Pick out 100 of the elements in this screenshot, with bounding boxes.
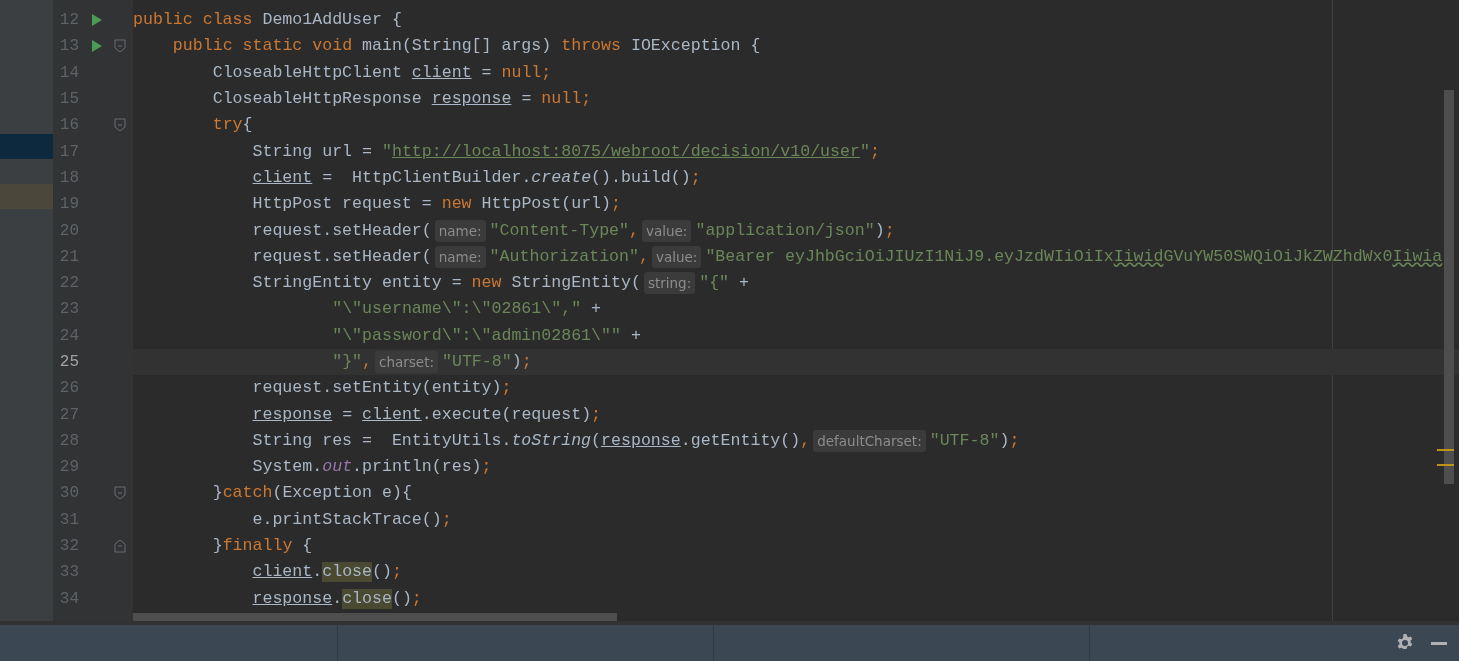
field-name: out	[322, 457, 353, 478]
string-literal: GVuYW50SWQiOiJkZWZhdWx0	[1163, 246, 1393, 267]
variable-name: response	[252, 588, 333, 609]
keyword: throws	[561, 36, 622, 57]
code-text: IOException {	[630, 36, 761, 57]
code-text: .execute(request)	[421, 404, 592, 425]
keyword: new	[441, 194, 473, 215]
typo-text: Iiwid	[1113, 246, 1164, 267]
code-text: e.printStackTrace()	[252, 509, 442, 530]
parameter-hint: value:	[642, 219, 692, 242]
keyword: ,	[638, 246, 649, 267]
parameter-hint: name:	[434, 219, 486, 242]
url-link[interactable]: http://localhost:8075/webroot/decision/v10/user	[391, 141, 860, 162]
warning-marker[interactable]	[1437, 464, 1454, 466]
string-literal: "Authorization"	[489, 246, 639, 267]
string-literal: "Content-Type"	[489, 220, 629, 241]
code-text: System.	[252, 457, 323, 478]
keyword: public class	[133, 10, 254, 31]
code-text: +	[630, 325, 641, 346]
method-name: toString	[511, 430, 592, 451]
code-text: = HttpClientBuilder.	[322, 167, 532, 188]
parameter-hint: defaultCharset:	[813, 429, 926, 452]
code-text: CloseableHttpClient	[212, 62, 403, 83]
fold-icon[interactable]	[114, 539, 126, 554]
run-icon[interactable]	[92, 14, 102, 27]
keyword: try	[212, 115, 243, 136]
code-text: String res = EntityUtils.	[252, 430, 512, 451]
keyword: ;	[391, 562, 402, 583]
vertical-scrollbar[interactable]	[1444, 90, 1454, 484]
parameter-hint: value:	[651, 245, 702, 268]
code-text: request.setHeader(	[252, 246, 432, 267]
keyword: new	[471, 273, 503, 294]
variable-name: response	[601, 430, 681, 451]
code-text: =	[342, 404, 354, 425]
code-text: String url =	[252, 141, 373, 162]
keyword: ;	[411, 588, 422, 609]
code-text: =	[481, 62, 493, 83]
keyword: ;	[481, 457, 492, 478]
typo-text: Iiwia	[1392, 246, 1443, 267]
code-text: StringEntity entity =	[252, 273, 463, 294]
string-literal: "}"	[332, 352, 363, 372]
warning-marker[interactable]	[1437, 449, 1454, 451]
code-text: main(String[] args)	[362, 36, 553, 57]
string-literal: "\"username\":\"02861\","	[332, 299, 582, 320]
parameter-hint: charset:	[375, 351, 438, 373]
code-text: .	[312, 562, 323, 583]
code-text: .getEntity()	[680, 430, 801, 451]
code-text: HttpPost(url)	[481, 194, 611, 215]
code-text: .	[332, 588, 343, 609]
minimize-icon[interactable]	[1431, 641, 1447, 645]
string-literal: "UTF-8"	[442, 352, 512, 372]
code-text: {	[302, 536, 313, 557]
keyword: ;	[884, 220, 895, 241]
code-text: )	[874, 220, 885, 241]
settings-icon[interactable]	[1396, 634, 1414, 652]
run-icon[interactable]	[92, 40, 102, 53]
string-literal: "\"password\":\"admin02861\""	[332, 325, 621, 346]
code-text: (Exception e){	[272, 483, 412, 504]
code-text: Demo1AddUser {	[262, 10, 402, 31]
code-text: request.setHeader(	[252, 220, 432, 241]
code-text: )	[511, 352, 522, 372]
line-number: 25	[58, 353, 79, 371]
code-text: CloseableHttpResponse	[212, 89, 423, 110]
usage-highlight: close	[322, 562, 372, 583]
keyword: finally	[222, 536, 294, 557]
keyword: ;	[541, 62, 552, 83]
keyword: ;	[1009, 430, 1020, 451]
fold-icon[interactable]	[114, 39, 126, 54]
code-text: )	[999, 430, 1010, 451]
string-literal: "	[859, 141, 870, 162]
parameter-hint: string:	[643, 272, 696, 295]
code-text: HttpPost request =	[252, 194, 433, 215]
variable-name: response	[252, 404, 333, 425]
code-text: +	[591, 299, 602, 320]
code-text: }	[212, 483, 223, 504]
fold-icon[interactable]	[114, 118, 126, 133]
usage-highlight: close	[342, 588, 392, 609]
keyword: null	[541, 89, 582, 110]
code-text: {	[242, 115, 253, 136]
string-literal: "application/json"	[695, 220, 875, 241]
variable-name: response	[431, 89, 512, 110]
method-name: create	[531, 167, 592, 188]
keyword: catch	[222, 483, 273, 504]
code-text: }	[212, 536, 223, 557]
keyword: ;	[591, 404, 602, 425]
horizontal-scrollbar[interactable]	[133, 613, 617, 621]
code-text: ()	[391, 588, 412, 609]
string-literal: "	[381, 141, 392, 162]
code-text: request.setEntity(entity)	[252, 378, 502, 399]
keyword: ,	[629, 220, 639, 241]
code-text: ().build()	[591, 167, 691, 188]
parameter-hint: name:	[434, 245, 486, 268]
fold-icon[interactable]	[114, 486, 126, 501]
code-text: (	[591, 430, 602, 451]
string-literal: "UTF-8"	[929, 430, 1000, 451]
variable-name: client	[252, 167, 313, 188]
keyword: ;	[441, 509, 452, 530]
keyword: ;	[690, 167, 701, 188]
keyword: ;	[501, 378, 512, 399]
keyword: ;	[611, 194, 621, 215]
